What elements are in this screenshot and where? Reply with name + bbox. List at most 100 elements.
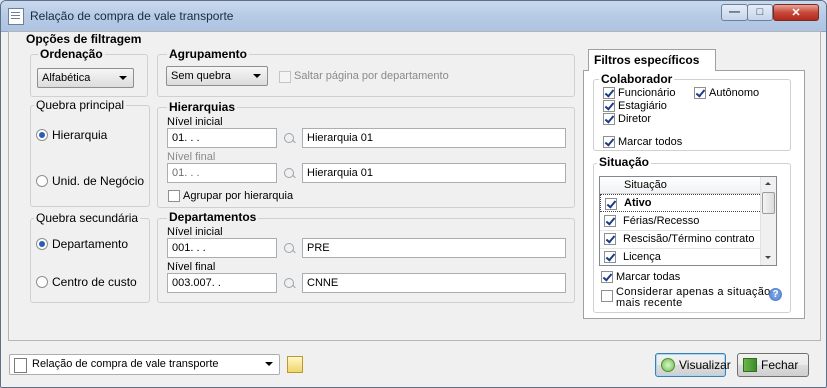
hier-nivel-inicial-label: Nível inicial (167, 116, 223, 128)
dep-nivel-inicial-input[interactable]: 001. . . (167, 238, 277, 258)
quebra-secundaria-group (30, 218, 150, 303)
agrupamento-select[interactable]: Sem quebra (166, 66, 268, 86)
unid-negocio-radio[interactable] (36, 175, 48, 187)
search-icon[interactable] (284, 168, 294, 178)
chevron-down-icon (253, 74, 261, 78)
diretor-label: Diretor (618, 113, 652, 125)
estagiario-checkbox[interactable] (603, 100, 615, 112)
tab-filtros-especificos[interactable]: Filtros específicos (588, 49, 716, 71)
search-icon[interactable] (284, 278, 294, 288)
footer-bar: Relação de compra de vale transporte Vis… (1, 344, 826, 387)
marcar-todos-label: Marcar todos (618, 136, 683, 148)
hier-nivel-inicial-input[interactable]: 01. . . (167, 128, 277, 148)
ordenacao-select[interactable]: Alfabética (37, 68, 134, 88)
minimize-icon: — (729, 6, 740, 18)
unid-negocio-radio-label: Unid. de Negócio (52, 174, 145, 188)
hier-nivel-inicial-desc-value: Hierarquia 01 (307, 132, 374, 144)
help-icon[interactable]: ? (769, 288, 782, 301)
dep-nivel-inicial-desc-value: PRE (307, 242, 330, 254)
situacao-list[interactable]: Situação Ativo Férias/Recesso Rescisão/T… (599, 176, 777, 266)
agrupamento-title: Agrupamento (167, 47, 249, 61)
search-icon[interactable] (284, 133, 294, 143)
departamentos-title: Departamentos (167, 210, 259, 224)
hierarquia-radio-label: Hierarquia (52, 128, 108, 142)
situacao-list-header[interactable]: Situação (600, 177, 762, 194)
situacao-rescisao-checkbox[interactable] (604, 233, 616, 245)
autonomo-checkbox[interactable] (694, 87, 706, 99)
chevron-down-icon (119, 76, 127, 80)
maximize-button[interactable]: □ (747, 4, 773, 21)
centro-custo-radio[interactable] (36, 276, 48, 288)
estagiario-label: Estagiário (618, 100, 667, 112)
situacao-row[interactable]: Rescisão/Término contrato (600, 230, 762, 249)
exit-door-icon (743, 358, 757, 372)
considerar-recente-label-2: mais recente (616, 297, 683, 309)
departamento-radio-label: Departamento (52, 237, 129, 251)
edit-report-icon[interactable] (287, 356, 303, 373)
situacao-title: Situação (597, 155, 652, 169)
report-select[interactable]: Relação de compra de vale transporte (9, 354, 280, 375)
saltar-pagina-label: Saltar página por departamento (294, 70, 449, 82)
hier-nivel-final-label: Nível final (167, 151, 216, 163)
dep-nivel-final-desc-value: CNNE (307, 277, 339, 289)
hierarquia-radio[interactable] (36, 129, 48, 141)
dep-nivel-inicial-desc: PRE (302, 238, 566, 258)
dep-nivel-final-input[interactable]: 003.007. . (167, 273, 277, 293)
agrupamento-value: Sem quebra (171, 70, 231, 82)
minimize-button[interactable]: — (721, 4, 748, 21)
dep-nivel-inicial-value: 001. . . (172, 242, 206, 254)
report-icon (14, 358, 27, 373)
quebra-secundaria-title: Quebra secundária (34, 211, 141, 225)
funcionario-label: Funcionário (618, 87, 676, 99)
window-title: Relação de compra de vale transporte (30, 9, 234, 23)
situacao-row[interactable]: Ativo (600, 194, 762, 212)
situacao-ferias-label: Férias/Recesso (623, 215, 700, 227)
situacao-row[interactable]: Férias/Recesso (600, 212, 762, 231)
chevron-down-icon (265, 362, 273, 366)
maximize-icon: □ (756, 6, 764, 18)
scroll-thumb[interactable] (762, 192, 775, 214)
close-button[interactable]: ✕ (773, 4, 819, 21)
marcar-todos-checkbox[interactable] (603, 136, 615, 148)
hier-nivel-inicial-desc: Hierarquia 01 (302, 128, 566, 148)
situacao-ativo-checkbox[interactable] (605, 198, 617, 210)
search-icon[interactable] (284, 243, 294, 253)
dep-nivel-final-value: 003.007. . (172, 277, 221, 289)
situacao-row[interactable]: Licença (600, 248, 762, 265)
scroll-down-icon[interactable] (765, 256, 771, 259)
scroll-up-icon[interactable] (765, 182, 771, 185)
saltar-pagina-checkbox[interactable] (279, 71, 291, 83)
report-select-value: Relação de compra de vale transporte (32, 358, 219, 370)
visualizar-button[interactable]: Visualizar (655, 353, 731, 377)
check-icon (661, 358, 675, 372)
situacao-rescisao-label: Rescisão/Término contrato (623, 233, 755, 245)
agrupar-hierarquia-checkbox[interactable] (168, 190, 180, 202)
considerar-recente-checkbox[interactable] (601, 290, 613, 302)
situacao-ativo-label: Ativo (624, 197, 652, 209)
dep-nivel-final-label: Nível final (167, 261, 216, 273)
hier-nivel-inicial-value: 01. . . (172, 132, 200, 144)
situacao-ferias-checkbox[interactable] (604, 215, 616, 227)
departamento-radio[interactable] (36, 238, 48, 250)
colaborador-title: Colaborador (599, 72, 675, 86)
dep-nivel-inicial-label: Nível inicial (167, 226, 223, 238)
marcar-todas-checkbox[interactable] (601, 271, 613, 283)
hierarquias-title: Hierarquias (167, 100, 238, 114)
diretor-checkbox[interactable] (603, 113, 615, 125)
funcionario-checkbox[interactable] (603, 87, 615, 99)
fechar-button[interactable]: Fechar (737, 353, 809, 377)
tab-filtros-label: Filtros específicos (594, 53, 700, 67)
report-dialog-window: Relação de compra de vale transporte — □… (0, 0, 827, 388)
dep-nivel-final-desc: CNNE (302, 273, 566, 293)
visualizar-label: Visualizar (679, 358, 731, 372)
title-bar[interactable]: Relação de compra de vale transporte — □… (1, 1, 826, 32)
situacao-scrollbar[interactable] (760, 177, 776, 265)
situacao-column-header: Situação (624, 179, 667, 191)
fechar-label: Fechar (761, 358, 799, 372)
situacao-licenca-checkbox[interactable] (604, 251, 616, 263)
centro-custo-radio-label: Centro de custo (52, 275, 137, 289)
marcar-todas-label: Marcar todas (616, 271, 681, 283)
ordenacao-value: Alfabética (42, 72, 91, 84)
close-icon: ✕ (791, 7, 801, 19)
hier-nivel-final-input[interactable]: 01. . . (167, 163, 277, 183)
